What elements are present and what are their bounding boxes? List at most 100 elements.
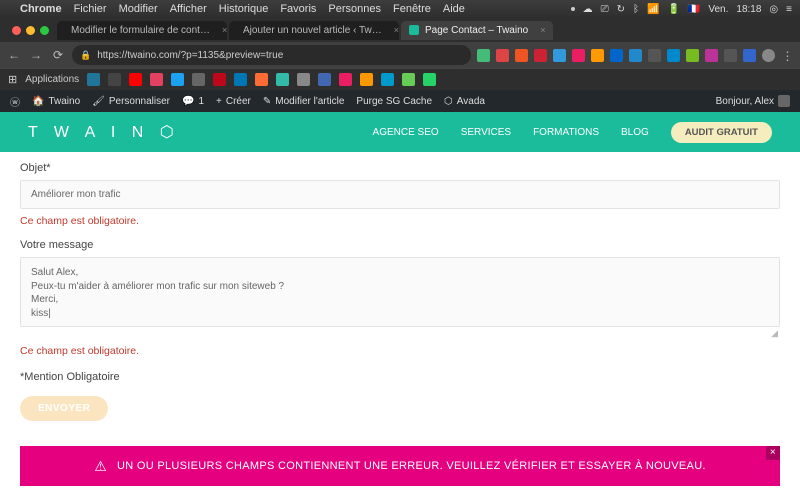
ext-icon[interactable] [705,49,718,62]
nav-agency[interactable]: AGENCE SEO [373,127,439,138]
submit-button[interactable]: ENVOYER [20,396,108,421]
close-icon[interactable]: × [222,25,227,35]
warning-icon: ⚠ [94,458,107,475]
wp-admin-bar: ⓦ 🏠 Twaino 🖌 Personnaliser 💬 1 + Créer ✎… [0,90,800,112]
ext-icon[interactable] [610,49,623,62]
bookmark-icon[interactable] [318,73,331,86]
bookmark-icon[interactable] [423,73,436,86]
window-max-icon[interactable] [40,26,49,35]
menu-people[interactable]: Personnes [328,3,381,15]
ext-icon[interactable] [648,49,661,62]
clock-day[interactable]: Ven. [708,4,728,15]
wp-new[interactable]: + Créer [216,96,251,107]
bookmark-icon[interactable] [402,73,415,86]
tab-item[interactable]: Ajouter un nouvel article ‹ Tw… × [229,21,399,40]
ext-icon[interactable] [743,49,756,62]
menu-edit[interactable]: Modifier [119,3,158,15]
wp-new-label: Créer [226,96,251,107]
menu-view[interactable]: Afficher [170,3,207,15]
resize-handle-icon[interactable]: ◢ [20,328,780,339]
bookmark-icon[interactable] [297,73,310,86]
bookmark-icon[interactable] [381,73,394,86]
mention-label: *Mention Obligatoire [20,371,780,383]
menu-history[interactable]: Historique [219,3,269,15]
bookmark-icon[interactable] [171,73,184,86]
window-controls [6,26,55,35]
flag-icon[interactable]: 🇫🇷 [688,4,700,15]
ext-icon[interactable] [686,49,699,62]
subject-label: Objet* [20,162,780,174]
bookmark-icon[interactable] [276,73,289,86]
nav-blog[interactable]: BLOG [621,127,649,138]
ext-icon[interactable] [724,49,737,62]
bookmark-bar: ⊞ Applications [0,68,800,90]
subject-input[interactable] [20,180,780,209]
back-icon[interactable]: ← [6,48,22,62]
display-icon[interactable]: ⎚ [601,4,609,15]
menu-window[interactable]: Fenêtre [393,3,431,15]
nav-services[interactable]: SERVICES [461,127,511,138]
menu-bookmarks[interactable]: Favoris [280,3,316,15]
avatar-icon[interactable] [762,49,775,62]
tab-title: Ajouter un nouvel article ‹ Tw… [243,25,382,36]
bookmark-icon[interactable] [360,73,373,86]
wp-logo-icon[interactable]: ⓦ [10,94,20,109]
wp-edit[interactable]: ✎ Modifier l'article [263,96,345,107]
bluetooth-icon[interactable]: ᛒ [633,4,639,15]
menu-file[interactable]: Fichier [74,3,107,15]
audit-button[interactable]: AUDIT GRATUIT [671,122,772,143]
siri-icon[interactable]: ◎ [769,4,778,15]
bookmark-icon[interactable] [213,73,226,86]
clock-time[interactable]: 18:18 [736,4,761,15]
message-textarea[interactable]: Salut Alex, Peux-tu m'aider à améliorer … [20,257,780,327]
battery-icon[interactable]: 🔋 [667,4,679,15]
ext-icon[interactable] [534,49,547,62]
forward-icon[interactable]: → [28,48,44,62]
wifi-icon[interactable]: 📶 [647,4,659,15]
bookmark-icon[interactable] [150,73,163,86]
bookmark-icon[interactable] [129,73,142,86]
menu-icon[interactable]: ⋮ [781,49,794,62]
wp-purge[interactable]: Purge SG Cache [356,96,432,107]
bookmark-icon[interactable] [234,73,247,86]
tab-item-active[interactable]: Page Contact – Twaino× [401,21,553,40]
bookmark-icon[interactable] [108,73,121,86]
nav-trainings[interactable]: FORMATIONS [533,127,599,138]
close-icon[interactable]: × [540,25,545,35]
ext-icon[interactable] [572,49,585,62]
ext-icon[interactable] [629,49,642,62]
tab-item[interactable]: Modifier le formulaire de cont…× [57,21,227,40]
ext-icon[interactable] [667,49,680,62]
ext-icon[interactable] [477,49,490,62]
window-close-icon[interactable] [12,26,21,35]
obs-icon[interactable] [571,7,575,11]
lock-icon: 🔒 [80,50,91,61]
bookmark-icon[interactable] [192,73,205,86]
ext-icon[interactable] [496,49,509,62]
window-min-icon[interactable] [26,26,35,35]
close-icon[interactable]: × [394,25,399,35]
ext-icon[interactable] [553,49,566,62]
apps-icon[interactable]: ⊞ [8,73,17,86]
ext-icon[interactable] [515,49,528,62]
bookmark-icon[interactable] [339,73,352,86]
cloud-icon[interactable]: ☁ [583,4,593,15]
close-icon[interactable]: × [766,446,780,460]
ext-icon[interactable] [591,49,604,62]
wp-customize[interactable]: 🖌 Personnaliser [92,96,170,107]
wp-theme[interactable]: ⬡ Avada [444,96,485,107]
app-name[interactable]: Chrome [20,3,62,15]
wp-comments[interactable]: 💬 1 [182,96,204,107]
wp-greeting[interactable]: Bonjour, Alex [716,95,790,107]
bookmark-icon[interactable] [87,73,100,86]
apps-label[interactable]: Applications [25,74,79,85]
address-bar[interactable]: 🔒 https://twaino.com/?p=1135&preview=tru… [72,45,471,65]
updates-icon[interactable]: ↻ [617,4,625,15]
reload-icon[interactable]: ⟳ [50,48,66,62]
menu-help[interactable]: Aide [443,3,465,15]
page: T W A I N ⬡ AGENCE SEO SERVICES FORMATIO… [0,112,800,500]
wp-site[interactable]: 🏠 Twaino [32,96,80,107]
bookmark-icon[interactable] [255,73,268,86]
notifications-icon[interactable]: ≡ [786,4,792,15]
logo[interactable]: T W A I N ⬡ [28,122,180,142]
